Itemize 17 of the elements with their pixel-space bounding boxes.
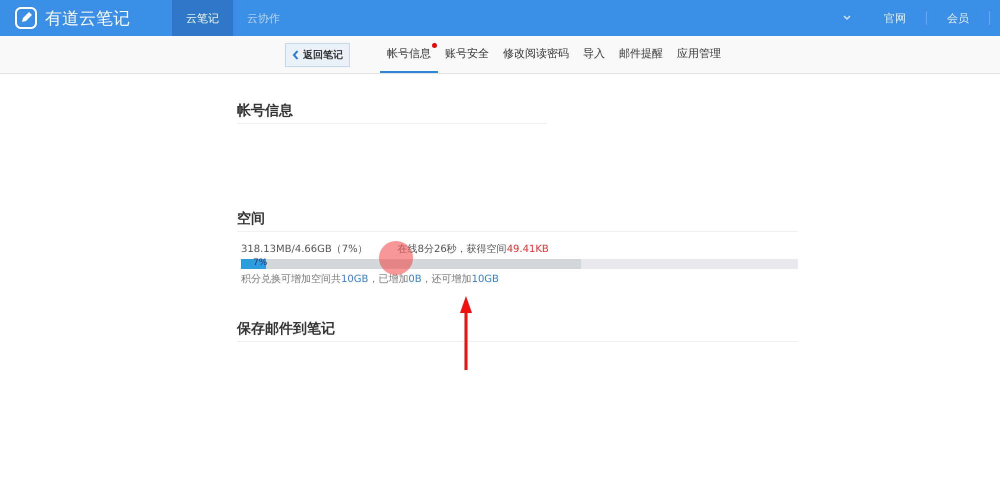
app-title: 有道云笔记: [45, 8, 130, 30]
settings-tab[interactable]: 邮件提醒: [612, 36, 670, 73]
settings-tab[interactable]: 修改阅读密码: [496, 36, 576, 73]
note-logo-icon: [15, 7, 37, 29]
settings-tab[interactable]: 应用管理: [670, 36, 728, 73]
section-title: 保存邮件到笔记: [237, 320, 798, 342]
settings-tab[interactable]: 导入: [576, 36, 612, 73]
section-title: 帐号信息: [237, 102, 547, 124]
settings-tab[interactable]: 账号安全: [438, 36, 496, 73]
section-title: 空间: [237, 210, 798, 232]
nav-tab[interactable]: 云笔记: [172, 0, 233, 36]
back-button[interactable]: 返回笔记: [285, 42, 350, 66]
space-note: 积分兑换可增加空间共10GB，已增加0B，还可增加10GB: [241, 272, 500, 286]
settings-tab[interactable]: 帐号信息: [380, 36, 438, 73]
usage-text: 318.13MB/4.66GB（7%）: [241, 243, 368, 256]
chevron-left-icon: [292, 50, 299, 60]
chevron-down-icon[interactable]: [842, 14, 852, 22]
